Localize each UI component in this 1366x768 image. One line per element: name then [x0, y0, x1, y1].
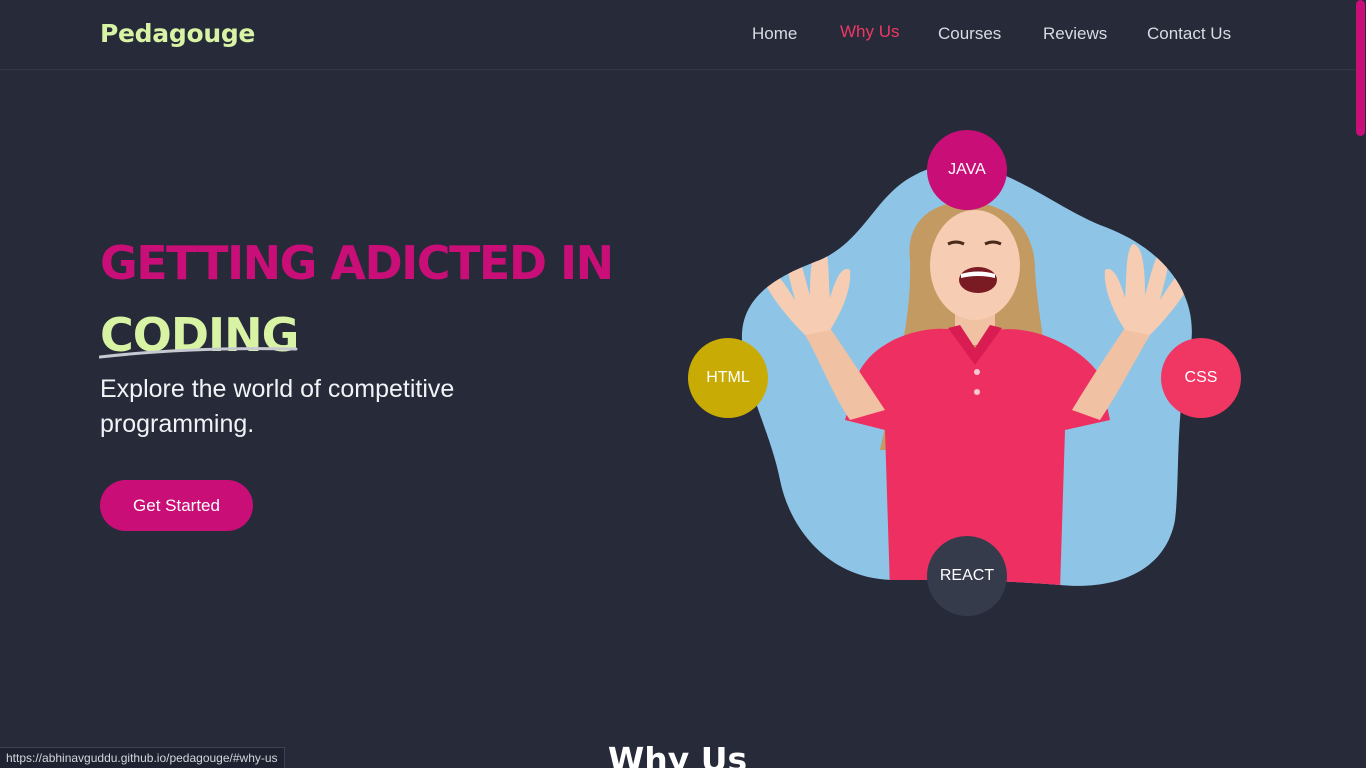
hero-illustration: JAVA HTML CSS REACT — [680, 120, 1260, 630]
link-status-bar: https://abhinavguddu.github.io/pedagouge… — [0, 747, 285, 768]
get-started-button[interactable]: Get Started — [100, 480, 253, 531]
hero-subtitle: Explore the world of competitive program… — [100, 375, 455, 438]
title-underline-decoration — [99, 347, 298, 359]
badge-java: JAVA — [927, 130, 1007, 210]
navbar: Pedagouge Home Why Us Courses Reviews Co… — [0, 0, 1355, 70]
hero-title-line1: GETTING ADICTED IN — [100, 236, 614, 290]
badge-html: HTML — [688, 338, 768, 418]
site-logo[interactable]: Pedagouge — [100, 19, 255, 48]
nav-why-us[interactable]: Why Us — [840, 22, 900, 42]
nav-home[interactable]: Home — [752, 24, 797, 44]
badge-react: REACT — [927, 536, 1007, 616]
scrollbar-thumb[interactable] — [1356, 0, 1365, 136]
badge-css: CSS — [1161, 338, 1241, 418]
nav-contact-us[interactable]: Contact Us — [1147, 24, 1231, 44]
nav-courses[interactable]: Courses — [938, 24, 1001, 44]
nav-reviews[interactable]: Reviews — [1043, 24, 1107, 44]
